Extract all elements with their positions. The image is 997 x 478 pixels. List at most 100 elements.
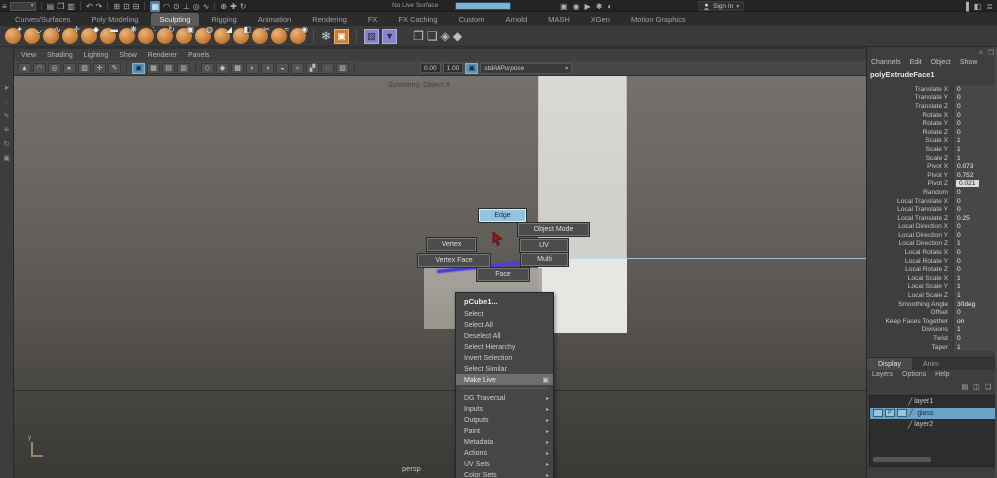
channel-value[interactable]: 1: [954, 326, 961, 333]
channel-value[interactable]: 0: [954, 309, 961, 316]
pinch-brush-icon[interactable]: ◆: [81, 25, 99, 44]
panel-menu-show[interactable]: Show: [119, 52, 137, 59]
context-menu-item-select-hierarchy[interactable]: Select Hierarchy: [456, 341, 553, 352]
single-pane-layout-icon[interactable]: ▣: [132, 62, 145, 74]
dock-icon[interactable]: ❐: [988, 49, 994, 57]
context-menu-item-invert-selection[interactable]: Invert Selection: [456, 352, 553, 363]
grease-pencil-icon[interactable]: ✎: [108, 62, 121, 74]
knife-brush-icon[interactable]: ✂: [252, 25, 270, 44]
redo-icon[interactable]: ↷: [96, 1, 103, 12]
mesh-stamp-icon[interactable]: ❒: [413, 28, 424, 44]
save-scene-icon[interactable]: ▥: [67, 1, 75, 12]
pane-layout-icon[interactable]: ▤: [162, 62, 175, 74]
no-live-surface-label[interactable]: No Live Surface: [392, 2, 438, 9]
channel-value[interactable]: 0: [954, 266, 961, 273]
mirror-mesh-icon[interactable]: ◆: [453, 28, 462, 44]
channel-value[interactable]: 0: [954, 198, 961, 205]
select-tool-icon[interactable]: ➤: [4, 85, 10, 92]
select-camera-icon[interactable]: ▲: [18, 62, 31, 74]
multisample-icon[interactable]: ▞: [306, 62, 319, 74]
snap-curve-icon[interactable]: ◠: [163, 1, 170, 12]
render-current-frame-icon[interactable]: ▣: [560, 1, 568, 12]
channel-box-toggle-icon[interactable]: ≣: [986, 1, 993, 12]
channel-box-menu-edit[interactable]: Edit: [910, 59, 922, 66]
channel-value[interactable]: 0: [954, 223, 961, 230]
layer-menu-options[interactable]: Options: [902, 371, 926, 378]
smooth-brush-icon[interactable]: ◡: [24, 25, 42, 44]
channel-value[interactable]: 0.021: [956, 180, 979, 188]
bulge-brush-icon[interactable]: ◉: [290, 25, 308, 44]
flatten-brush-icon[interactable]: ▬: [100, 25, 118, 44]
layer-menu-help[interactable]: Help: [935, 371, 949, 378]
isolate-select-icon[interactable]: ◌: [321, 62, 334, 74]
hamburger-icon[interactable]: ≡: [2, 1, 7, 12]
channel-value[interactable]: 0: [954, 189, 961, 196]
move-tool-icon[interactable]: ✛: [4, 127, 10, 134]
shelf-tab-xgen[interactable]: XGen: [582, 13, 619, 26]
snap-point-icon[interactable]: ⊙: [173, 1, 180, 12]
shelf-tab-arnold[interactable]: Arnold: [496, 13, 536, 26]
channel-value[interactable]: 0: [954, 249, 961, 256]
four-pane-layout-icon[interactable]: ▦: [147, 62, 160, 74]
channel-value[interactable]: 1: [954, 344, 961, 351]
channel-value[interactable]: 0: [954, 129, 961, 136]
shaded-icon[interactable]: ◆: [216, 62, 229, 74]
shadows-icon[interactable]: ◑: [261, 62, 274, 74]
shelf-tab-animation[interactable]: Animation: [249, 13, 300, 26]
layer-toggle[interactable]: [897, 409, 907, 418]
make-object-live-icon[interactable]: ∿: [203, 1, 210, 12]
snap-grid-icon[interactable]: ▦: [150, 0, 161, 12]
spray-brush-icon[interactable]: ∴: [138, 25, 156, 44]
layer-row-layer2[interactable]: ╱ layer2: [870, 419, 995, 431]
channel-value[interactable]: 0: [954, 232, 961, 239]
attribute-editor-toggle-icon[interactable]: ▐: [963, 1, 969, 12]
channel-value[interactable]: 0: [954, 94, 961, 101]
selection-input[interactable]: [455, 2, 511, 10]
lasso-tool-icon[interactable]: ◌: [4, 99, 8, 106]
layer-toggle[interactable]: P: [885, 409, 895, 418]
shelf-tab-mash[interactable]: MASH: [539, 13, 579, 26]
outliner-pane-icon[interactable]: ▥: [177, 62, 190, 74]
sculpt-falloff-icon[interactable]: ▼: [382, 28, 398, 44]
node-name[interactable]: polyExtrudeFace1: [870, 70, 935, 79]
shelf-tab-fx[interactable]: FX: [359, 13, 387, 26]
context-menu-item-actions[interactable]: Actions ▸: [456, 447, 553, 458]
menu-set-dropdown[interactable]: ▾: [9, 1, 36, 11]
ipr-render-icon[interactable]: ◉: [573, 1, 580, 12]
layer-list-scrollbar[interactable]: [873, 457, 931, 462]
color-management-icon[interactable]: ▣: [465, 62, 479, 74]
context-menu-item-select-all[interactable]: Select All: [456, 319, 553, 330]
move-layer-icon[interactable]: ▤: [961, 383, 968, 391]
context-menu-item-paint[interactable]: Paint ▸: [456, 425, 553, 436]
panel-menu-panels[interactable]: Panels: [188, 52, 209, 59]
context-menu-item-uv-sets[interactable]: UV Sets ▸: [456, 458, 553, 469]
viewport-3d[interactable]: Symmetry: Object X persp y Edge Object Mo…: [14, 76, 866, 478]
imprint-brush-icon[interactable]: ▣: [176, 25, 194, 44]
context-menu-item-metadata[interactable]: Metadata ▸: [456, 436, 553, 447]
context-menu-item-select-similar[interactable]: Select Similar: [456, 363, 553, 374]
channel-box-menu-object[interactable]: Object: [931, 59, 951, 66]
channel-value[interactable]: 0: [954, 120, 961, 127]
channel-value[interactable]: 0.25: [954, 215, 970, 222]
channel-value[interactable]: 0: [954, 335, 961, 342]
grab-brush-icon[interactable]: ✛: [62, 25, 80, 44]
undo-icon[interactable]: ↶: [86, 1, 93, 12]
mesh-object-icon[interactable]: ❏: [427, 28, 438, 44]
construction-history-icon[interactable]: ↻: [240, 1, 247, 12]
rotate-tool-icon[interactable]: ↻: [4, 141, 10, 148]
bookmark-icon[interactable]: ▸: [63, 62, 76, 74]
foamy-brush-icon[interactable]: ❋: [119, 25, 137, 44]
channel-value[interactable]: 1: [954, 240, 961, 247]
channel-box-menu-channels[interactable]: Channels: [871, 59, 901, 66]
marking-menu-item-vertex[interactable]: Vertex: [427, 238, 476, 251]
gamma-field[interactable]: 1.00: [442, 63, 464, 73]
context-menu-item-deselect-all[interactable]: Deselect All: [456, 330, 553, 341]
channel-value[interactable]: 1: [954, 137, 961, 144]
context-menu-item-color-sets[interactable]: Color Sets ▸: [456, 469, 553, 478]
shelf-tab-fx-caching[interactable]: FX Caching: [389, 13, 446, 26]
select-component-icon[interactable]: ⊟: [133, 1, 140, 12]
marking-menu-item-edge[interactable]: Edge: [479, 209, 526, 222]
panel-menu-view[interactable]: View: [21, 52, 36, 59]
shelf-tab-custom[interactable]: Custom: [450, 13, 494, 26]
panel-menu-renderer[interactable]: Renderer: [148, 52, 177, 59]
